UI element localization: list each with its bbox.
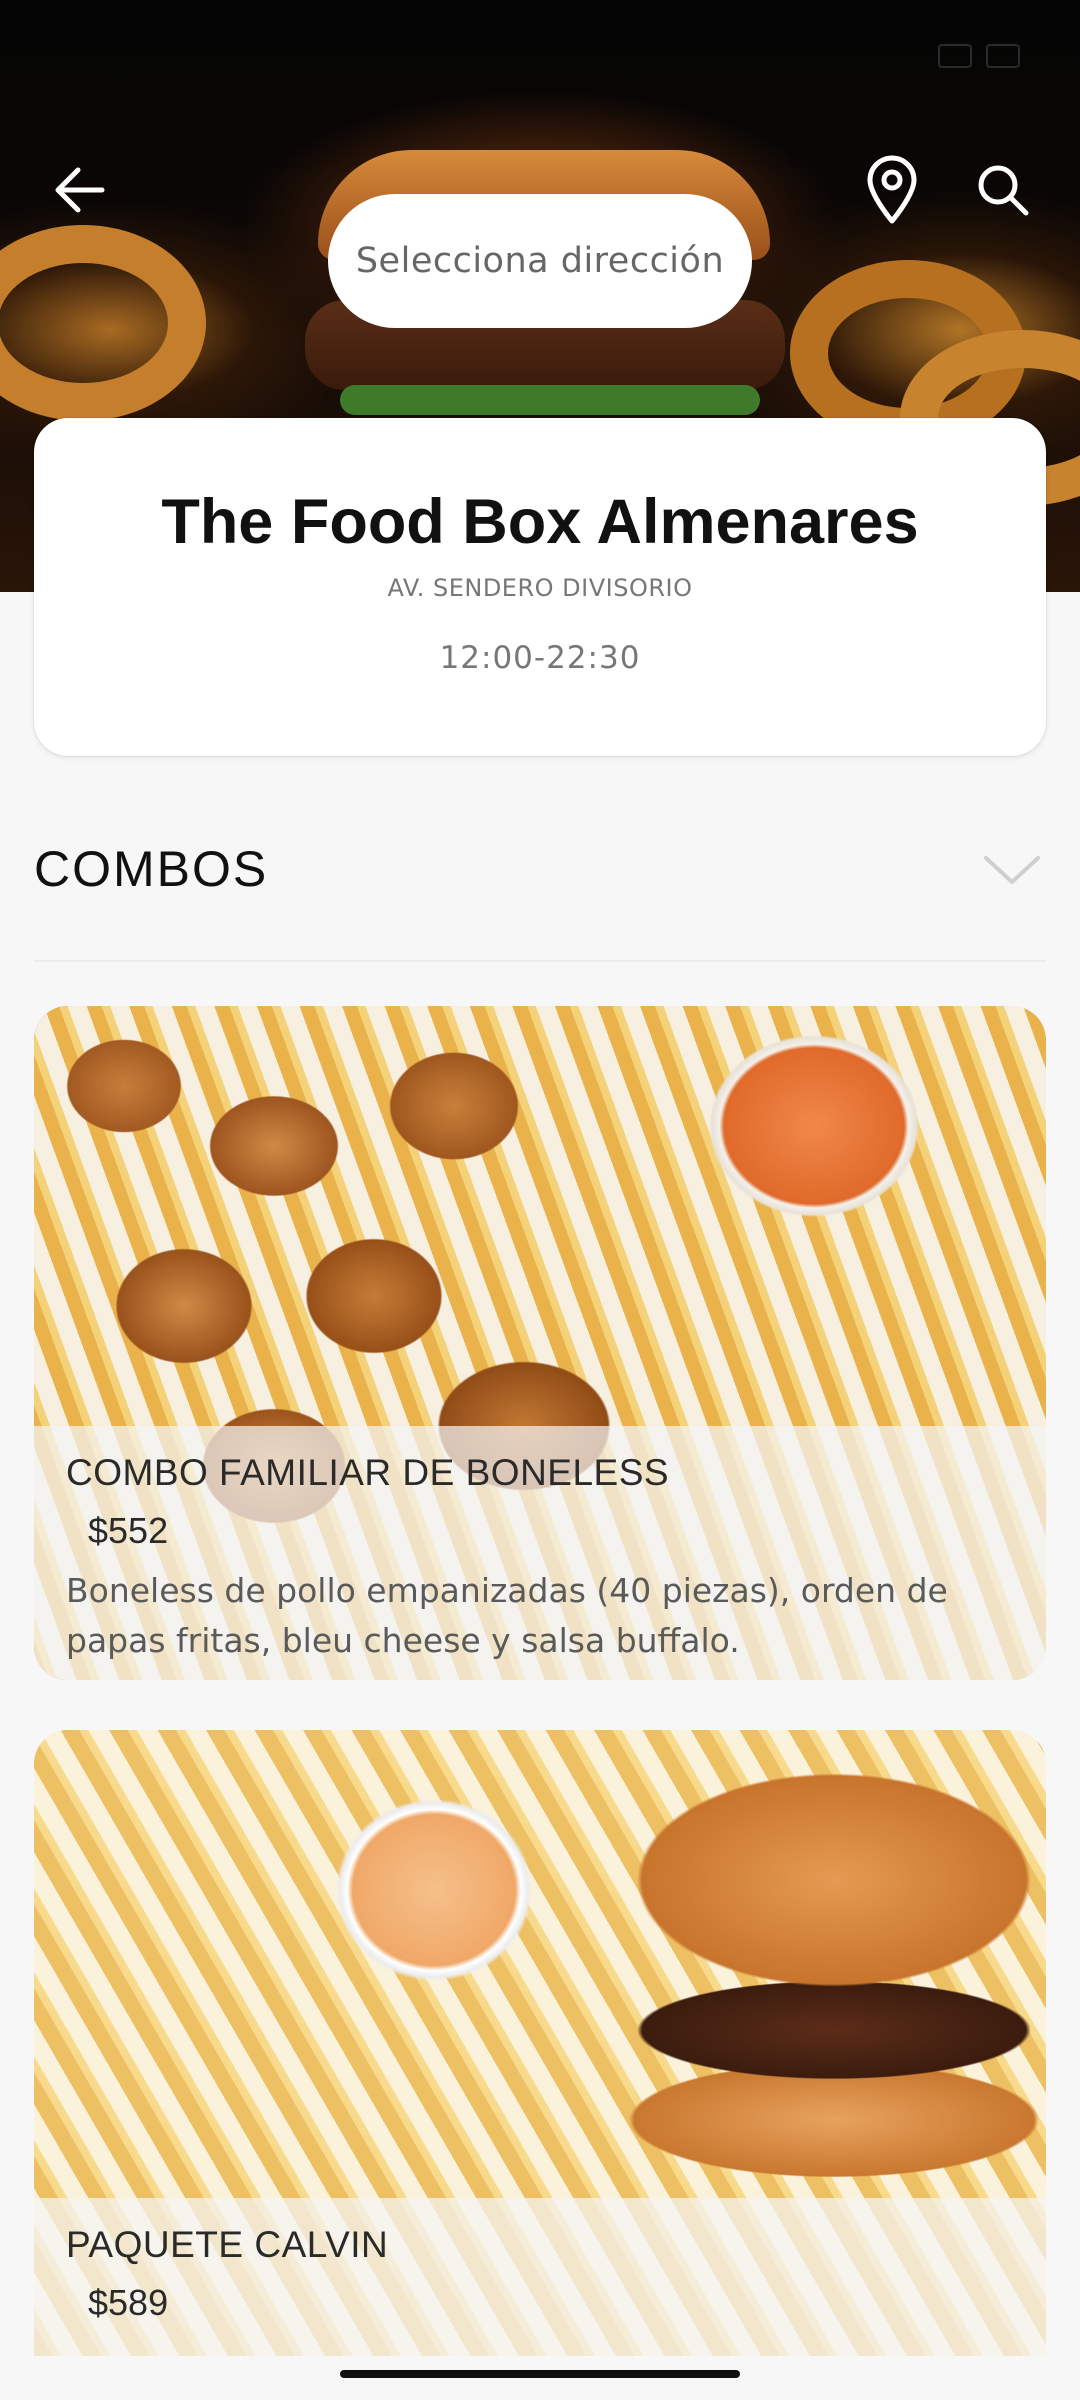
restaurant-hours: 12:00-22:30: [439, 640, 641, 676]
location-button[interactable]: [852, 150, 932, 230]
product-name: COMBO FAMILIAR DE BONELESS: [66, 1452, 670, 1493]
back-button[interactable]: [40, 150, 120, 230]
product-card-combo-familiar[interactable]: COMBO FAMILIAR DE BONELESS $552 Boneless…: [34, 1006, 1046, 1680]
address-selector[interactable]: Selecciona dirección: [328, 194, 752, 328]
product-price: $589: [88, 2282, 169, 2323]
product-price: $552: [88, 1510, 169, 1551]
section-title: COMBOS: [34, 841, 269, 897]
combos-section-header[interactable]: COMBOS: [34, 820, 1046, 962]
search-icon: [978, 165, 1029, 216]
search-button[interactable]: [963, 150, 1043, 230]
restaurant-info-card: The Food Box Almenares AV. SENDERO DIVIS…: [34, 418, 1046, 756]
product-info-overlay: PAQUETE CALVIN $589: [34, 2198, 1046, 2356]
onion-ring-decoration: [0, 225, 206, 421]
chevron-down-icon[interactable]: [982, 850, 1042, 890]
restaurant-name: The Food Box Almenares: [161, 487, 919, 557]
back-arrow-icon: [55, 167, 105, 213]
product-description: Boneless de pollo empanizadas (40 piezas…: [66, 1571, 948, 1660]
address-selector-label: Selecciona dirección: [355, 241, 725, 281]
product-name: PAQUETE CALVIN: [66, 2224, 389, 2265]
burger-lettuce-decoration: [340, 385, 760, 415]
restaurant-address: AV. SENDERO DIVISORIO: [387, 574, 693, 602]
status-bar: [938, 44, 1020, 68]
home-indicator[interactable]: [340, 2370, 740, 2378]
location-pin-icon: [867, 155, 917, 224]
product-card-paquete-calvin[interactable]: PAQUETE CALVIN $589: [34, 1730, 1046, 2356]
product-info-overlay: COMBO FAMILIAR DE BONELESS $552 Boneless…: [34, 1426, 1046, 1680]
